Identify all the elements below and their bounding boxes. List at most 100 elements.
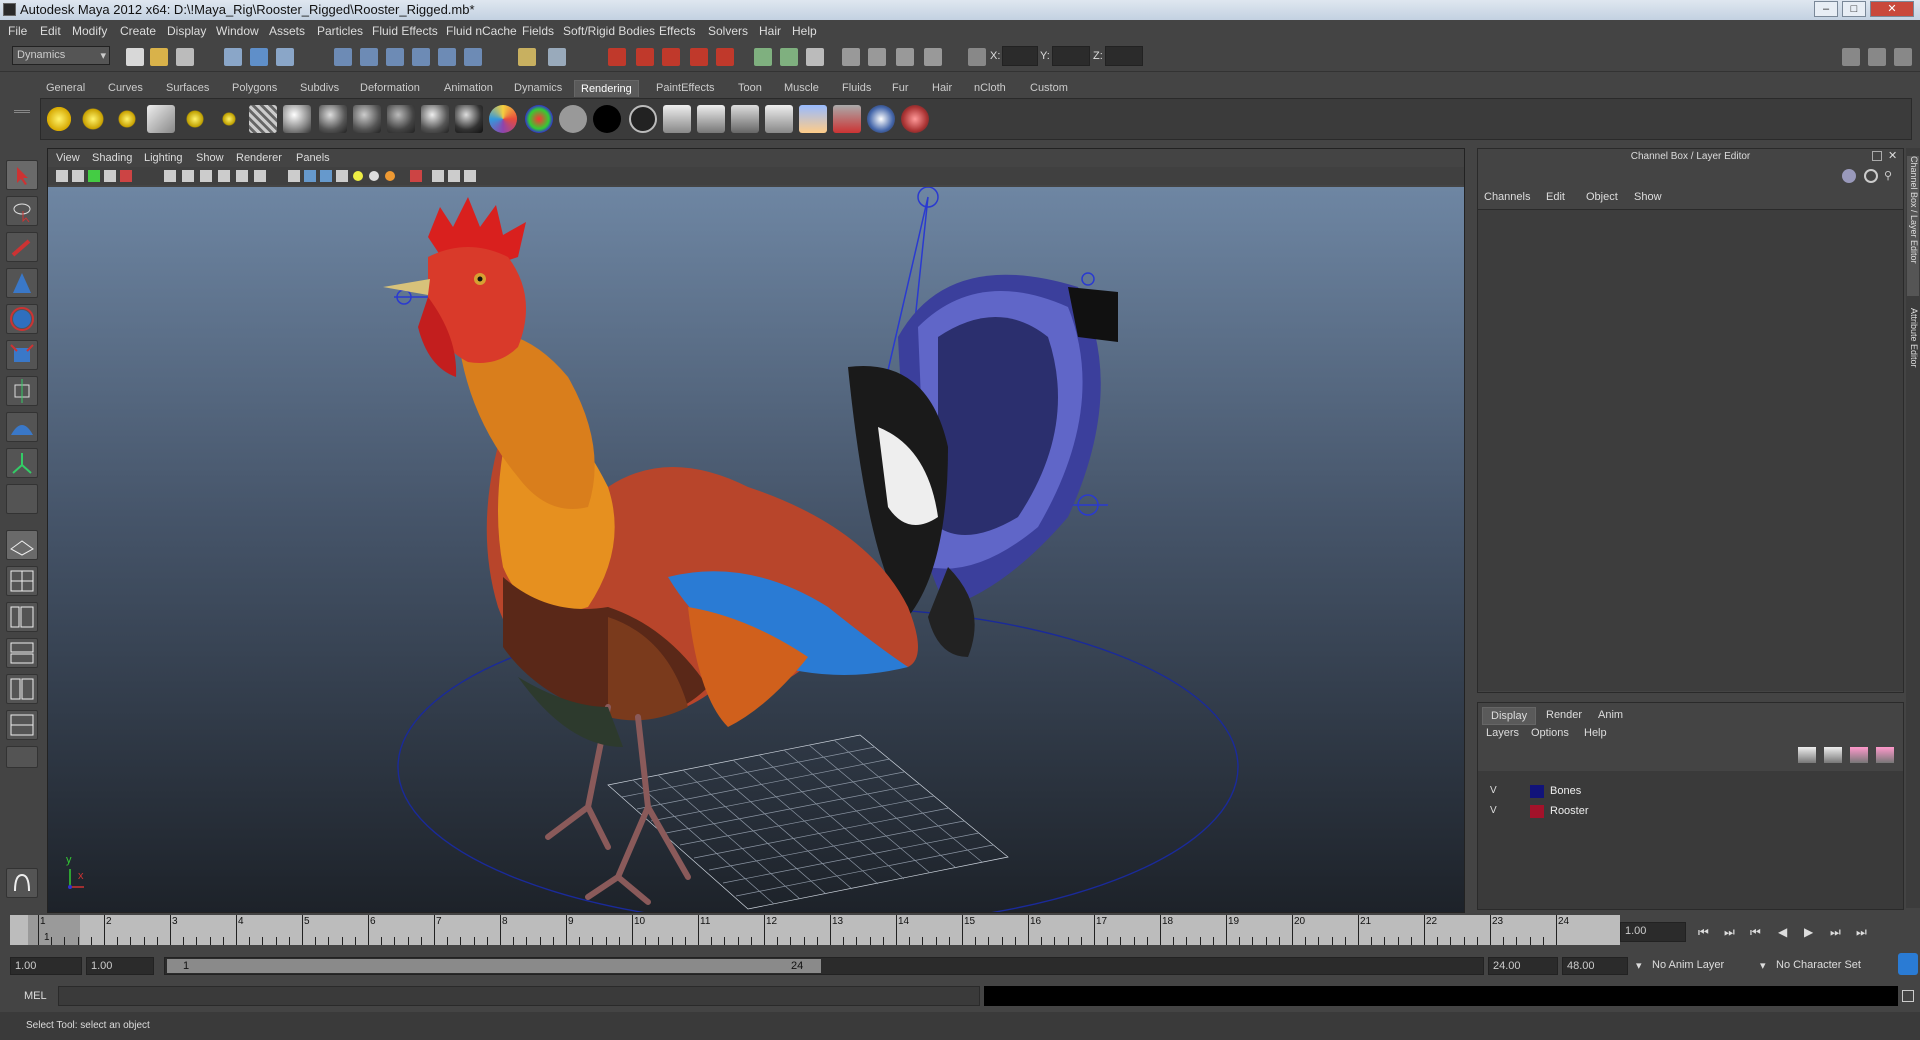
step-forward-key-button[interactable]: ⏭ <box>1830 925 1841 940</box>
paint-select-tool-icon[interactable] <box>6 232 38 262</box>
menu-effects[interactable]: Effects <box>659 24 695 38</box>
persp-graph-hypergraph-layout-icon[interactable] <box>6 710 38 740</box>
layered-texture-icon[interactable] <box>765 105 793 133</box>
animation-end-field[interactable]: 48.00 <box>1562 957 1628 975</box>
scale-tool-icon[interactable] <box>6 340 38 370</box>
graph-editor-icon[interactable] <box>842 48 860 66</box>
render-settings-icon[interactable] <box>662 48 680 66</box>
side-tab-attribute-editor[interactable]: Attribute Editor <box>1907 308 1919 418</box>
snap-grid-icon[interactable] <box>334 48 352 66</box>
toggle-panel-icon[interactable] <box>754 48 772 66</box>
tab-display[interactable]: Display <box>1482 707 1537 725</box>
time-slider[interactable]: 1 1 2 3 4 5 6 7 8 9 10 11 12 13 14 15 16 17 18 19 20 21 22 23 2… <box>10 915 1620 945</box>
save-scene-icon[interactable] <box>176 48 194 66</box>
viewport-menu-panels[interactable]: Panels <box>296 152 330 164</box>
toggle-channel-box-icon[interactable] <box>1894 48 1912 66</box>
layer-visibility-toggle[interactable]: V <box>1490 785 1497 796</box>
directional-light-icon[interactable] <box>79 105 107 133</box>
shelf-tab-ncloth[interactable]: nCloth <box>968 80 1012 96</box>
pin-icon[interactable]: ⚲ <box>1884 169 1898 183</box>
quick-layout-icon[interactable] <box>6 868 38 898</box>
select-hierarchy-icon[interactable] <box>224 48 242 66</box>
snap-curve-icon[interactable] <box>360 48 378 66</box>
viewport-menu-show[interactable]: Show <box>196 152 224 164</box>
help-menu[interactable]: Help <box>1584 727 1607 739</box>
shelf-tab-polygons[interactable]: Polygons <box>226 80 283 96</box>
layered-shader-icon[interactable] <box>525 105 553 133</box>
phonge-shader-icon[interactable] <box>455 105 483 133</box>
output-ops-icon[interactable] <box>548 48 566 66</box>
command-language-label[interactable]: MEL <box>24 990 47 1002</box>
shelf-tab-animation[interactable]: Animation <box>438 80 499 96</box>
hypershade-icon[interactable] <box>690 48 708 66</box>
layer-visibility-toggle[interactable]: V <box>1490 805 1497 816</box>
auto-key-icon[interactable] <box>1898 953 1918 975</box>
rotate-tool-icon[interactable] <box>6 304 38 334</box>
new-layer-selected-icon[interactable] <box>1824 747 1842 763</box>
options-menu[interactable]: Options <box>1531 727 1569 739</box>
menu-file[interactable]: File <box>8 24 27 38</box>
2d-texture-icon[interactable] <box>663 105 691 133</box>
menu-display[interactable]: Display <box>167 24 206 38</box>
shelf-tab-general[interactable]: General <box>40 80 91 96</box>
batch-render-icon[interactable] <box>799 105 827 133</box>
environment-texture-icon[interactable] <box>731 105 759 133</box>
perspective-view[interactable]: y x <box>48 187 1464 912</box>
last-tool-slot-icon[interactable] <box>6 484 38 514</box>
layer-row-bones[interactable]: V Bones <box>1478 783 1903 801</box>
new-scene-icon[interactable] <box>126 48 144 66</box>
volume-light-icon[interactable] <box>215 105 243 133</box>
snap-point-icon[interactable] <box>386 48 404 66</box>
menu-fields[interactable]: Fields <box>522 24 554 38</box>
channels-menu[interactable]: Channels <box>1484 191 1530 203</box>
menu-soft-rigid-bodies[interactable]: Soft/Rigid Bodies <box>563 24 655 38</box>
phong-shader-icon[interactable] <box>421 105 449 133</box>
show-manipulator-icon[interactable] <box>6 448 38 478</box>
viewport-menu-renderer[interactable]: Renderer <box>236 152 282 164</box>
menu-set-dropdown[interactable]: Dynamics ▾ <box>12 46 110 65</box>
use-background-icon[interactable] <box>593 105 621 133</box>
persp-outliner-layout-icon[interactable] <box>6 602 38 632</box>
viewport-menu-shading[interactable]: Shading <box>92 152 132 164</box>
select-tool-icon[interactable] <box>6 160 38 190</box>
menu-edit[interactable]: Edit <box>40 24 61 38</box>
transform-mode-icon[interactable] <box>968 48 986 66</box>
play-backwards-button[interactable]: ◀ <box>1778 925 1787 939</box>
current-frame-marker[interactable]: 1 <box>28 915 80 945</box>
character-set-dropdown[interactable]: ▾ No Character Set <box>1760 957 1890 975</box>
channel-box-content[interactable] <box>1478 209 1903 691</box>
menu-assets[interactable]: Assets <box>269 24 305 38</box>
lasso-tool-icon[interactable] <box>6 196 38 226</box>
menu-help[interactable]: Help <box>792 24 817 38</box>
shelf-tab-painteffects[interactable]: PaintEffects <box>650 80 721 96</box>
script-editor-icon[interactable] <box>806 48 824 66</box>
shelf-tab-subdivs[interactable]: Subdivs <box>294 80 345 96</box>
menu-modify[interactable]: Modify <box>72 24 107 38</box>
menu-create[interactable]: Create <box>120 24 156 38</box>
render-frame-icon[interactable] <box>608 48 626 66</box>
3d-texture-icon[interactable] <box>697 105 725 133</box>
select-object-icon[interactable] <box>250 48 268 66</box>
layer-color-swatch[interactable] <box>1530 805 1544 818</box>
toggle-layout-icon[interactable] <box>780 48 798 66</box>
ipr-render-icon[interactable] <box>636 48 654 66</box>
select-component-icon[interactable] <box>276 48 294 66</box>
shelf-tab-fur[interactable]: Fur <box>886 80 915 96</box>
object-menu[interactable]: Object <box>1586 191 1618 203</box>
ambient-shader-icon[interactable] <box>283 105 311 133</box>
script-editor-icon[interactable] <box>1902 990 1914 1002</box>
input-ops-icon[interactable] <box>518 48 536 66</box>
open-scene-icon[interactable] <box>150 48 168 66</box>
spot-light-icon[interactable] <box>147 105 175 133</box>
layer-move-up-icon[interactable] <box>1850 747 1868 763</box>
close-button[interactable]: ✕ <box>1870 1 1914 17</box>
ipr-icon[interactable] <box>867 105 895 133</box>
ramp-shader-icon[interactable] <box>489 105 517 133</box>
viewport-menu-view[interactable]: View <box>56 152 80 164</box>
hypergraph-icon[interactable] <box>896 48 914 66</box>
history-icon[interactable] <box>464 48 482 66</box>
menu-solvers[interactable]: Solvers <box>708 24 748 38</box>
tab-render[interactable]: Render <box>1538 707 1590 723</box>
paint-tool-icon[interactable] <box>901 105 929 133</box>
current-time-field[interactable]: 1.00 <box>1620 922 1686 942</box>
